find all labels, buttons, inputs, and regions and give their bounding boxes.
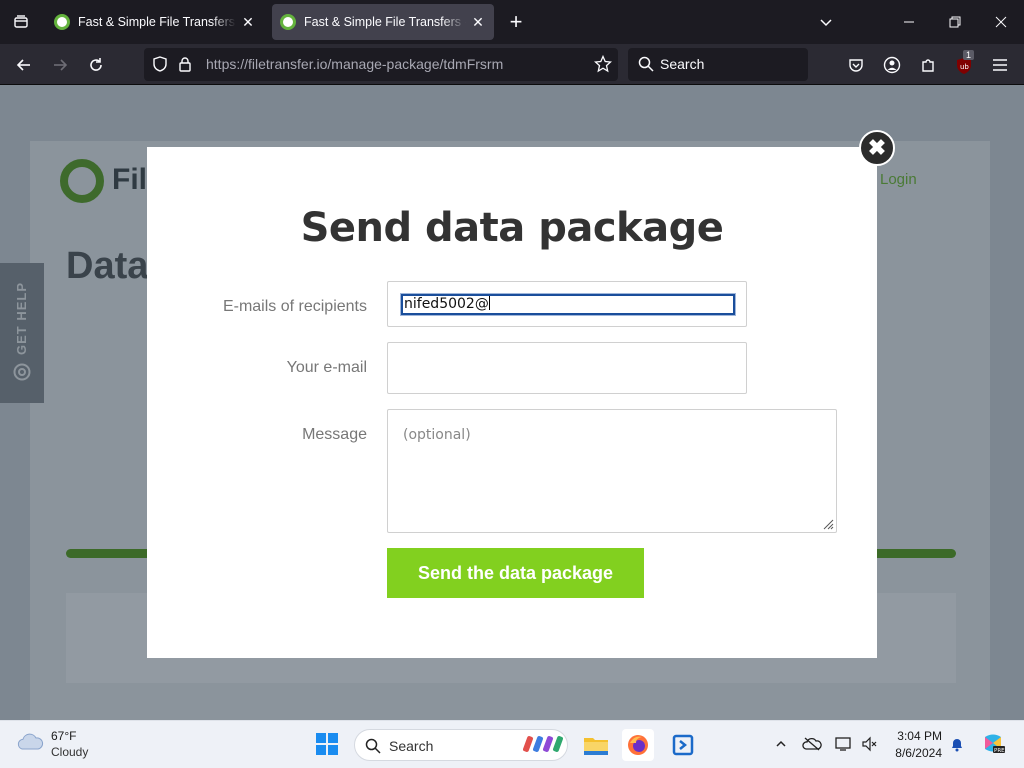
browser-tab-bar: Fast & Simple File Transfers - Fil ✕ Fas… xyxy=(0,0,1024,44)
message-textarea[interactable]: (optional) xyxy=(387,409,837,533)
browser-tab-2[interactable]: Fast & Simple File Transfers - Fil ✕ xyxy=(272,4,494,40)
url-path: /manage-package/tdmFrsrm xyxy=(327,56,504,72)
clock-time[interactable]: 3:04 PM xyxy=(896,729,942,743)
search-icon xyxy=(638,56,654,75)
filetransfer-logo-icon xyxy=(60,159,104,203)
search-bar[interactable]: Search xyxy=(628,48,808,81)
shield-icon[interactable] xyxy=(152,56,168,75)
weather-condition[interactable]: Cloudy xyxy=(51,745,88,759)
message-placeholder: (optional) xyxy=(403,427,471,443)
taskbar-search-box[interactable]: Search xyxy=(354,729,568,761)
filetransfer-favicon-icon xyxy=(280,14,296,30)
your-email-input[interactable] xyxy=(387,342,747,394)
account-icon[interactable] xyxy=(877,50,907,80)
volume-icon[interactable] xyxy=(858,733,880,755)
remote-app-icon[interactable] xyxy=(667,729,699,761)
hamburger-menu-icon[interactable] xyxy=(985,50,1015,80)
forward-arrow-icon[interactable] xyxy=(45,50,75,80)
recipients-label: E-mails of recipients xyxy=(222,298,367,315)
notification-bell-icon[interactable] xyxy=(946,733,968,755)
tab-title: Fast & Simple File Transfers - Fil xyxy=(78,15,236,29)
cloud-weather-icon[interactable] xyxy=(16,733,44,751)
extensions-puzzle-icon[interactable] xyxy=(913,50,943,80)
modal-title: Send data package xyxy=(300,205,724,251)
bookmark-star-icon[interactable] xyxy=(593,54,613,76)
windows-taskbar: 67°F Cloudy Search 3:04 PM 8/6/2024 PRE xyxy=(0,720,1024,768)
resize-grip-icon[interactable] xyxy=(822,518,834,530)
clock-date[interactable]: 8/6/2024 xyxy=(888,746,942,760)
list-all-tabs-chevron-icon[interactable] xyxy=(803,0,849,44)
weather-temperature[interactable]: 67°F xyxy=(51,729,76,743)
svg-text:PRE: PRE xyxy=(994,748,1005,754)
minimize-button[interactable] xyxy=(886,0,932,44)
close-tab-icon[interactable]: ✕ xyxy=(240,14,256,30)
search-placeholder: Search xyxy=(660,56,705,72)
text-caret xyxy=(488,296,490,310)
tab-title: Fast & Simple File Transfers - Fil xyxy=(304,15,466,29)
lock-icon[interactable] xyxy=(178,56,192,75)
reload-icon[interactable] xyxy=(81,50,111,80)
chevron-up-icon[interactable] xyxy=(770,733,792,755)
background-logo-text: Fil xyxy=(112,163,147,196)
url-text[interactable]: https://filetransfer.io/manage-package/t… xyxy=(206,56,503,72)
search-highlight-icon xyxy=(523,736,563,752)
url-host: https://filetransfer.io xyxy=(206,56,328,72)
get-help-label: GET HELP xyxy=(14,281,29,355)
network-display-icon[interactable] xyxy=(833,733,855,755)
taskbar-search-placeholder: Search xyxy=(389,738,434,754)
close-tab-icon[interactable]: ✕ xyxy=(470,14,486,30)
get-help-tab[interactable]: GET HELP xyxy=(0,263,44,403)
onedrive-icon[interactable] xyxy=(801,733,823,755)
recipients-input[interactable]: nifed5002@ xyxy=(400,293,736,316)
send-package-modal: Send data package E-mails of recipients … xyxy=(147,147,877,658)
search-icon xyxy=(365,738,381,754)
close-modal-icon[interactable]: ✖ xyxy=(859,130,895,166)
recipients-value: nifed5002@ xyxy=(404,296,489,312)
lifebuoy-icon xyxy=(13,363,31,381)
pocket-icon[interactable] xyxy=(841,50,871,80)
background-page-title: Data xyxy=(66,245,149,287)
browser-tab-1[interactable]: Fast & Simple File Transfers - Fil ✕ xyxy=(46,4,264,40)
extension-badge: 1 xyxy=(963,50,975,60)
send-package-button[interactable]: Send the data package xyxy=(387,548,644,598)
firefox-icon[interactable] xyxy=(622,729,654,761)
filetransfer-favicon-icon xyxy=(54,14,70,30)
message-label: Message xyxy=(302,426,367,443)
tab-list-icon[interactable] xyxy=(0,0,42,44)
restore-button[interactable] xyxy=(932,0,978,44)
close-window-button[interactable] xyxy=(978,0,1024,44)
file-explorer-icon[interactable] xyxy=(580,729,612,761)
back-arrow-icon[interactable] xyxy=(9,50,39,80)
address-bar[interactable]: https://filetransfer.io/manage-package/t… xyxy=(144,48,618,81)
new-tab-button[interactable]: + xyxy=(502,8,530,36)
background-login-link: Login xyxy=(880,171,917,188)
browser-nav-bar: https://filetransfer.io/manage-package/t… xyxy=(0,44,1024,85)
ublock-extension-icon[interactable]: ub 1 xyxy=(949,50,979,80)
windows-start-icon[interactable] xyxy=(316,733,338,755)
your-email-label: Your e-mail xyxy=(286,359,367,376)
copilot-icon[interactable]: PRE xyxy=(980,733,1006,755)
svg-text:ub: ub xyxy=(960,63,969,71)
recipients-field[interactable]: nifed5002@ xyxy=(387,281,747,327)
